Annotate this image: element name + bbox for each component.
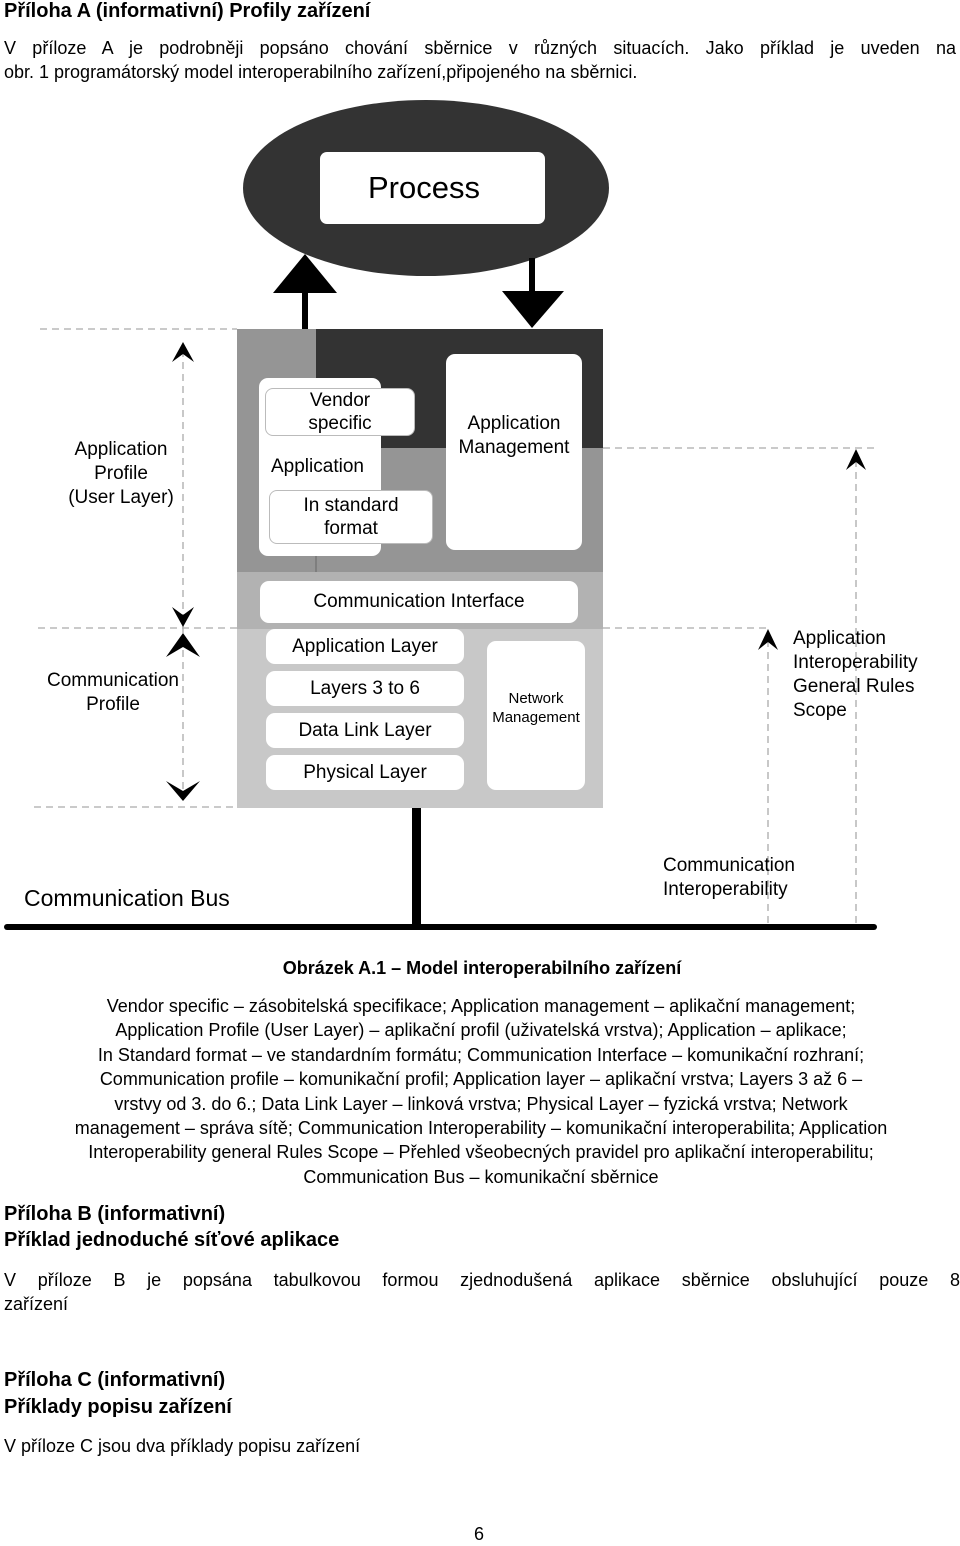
annex-b-text-line2: zařízení bbox=[4, 1294, 69, 1314]
legend-line: In Standard format – ve standardním form… bbox=[97, 1044, 865, 1065]
communication-interface-box: Communication Interface bbox=[260, 581, 578, 623]
annex-b-subheading: Příklad jednoduché síťové aplikace bbox=[4, 1229, 340, 1251]
legend-line: Communication Bus – komunikační sběrnice bbox=[303, 1166, 659, 1187]
legend-line: Vendor specific – zásobitelská specifika… bbox=[106, 996, 856, 1016]
network-management-box: Network Management bbox=[487, 641, 585, 790]
layer-box-data-link: Data Link Layer bbox=[266, 713, 464, 748]
application-management-box: Application Management bbox=[446, 354, 582, 550]
bus-drop-line bbox=[412, 808, 421, 928]
layer-box-application: Application Layer bbox=[266, 629, 464, 664]
annex-b-heading: Příloha B (informativní) bbox=[4, 1203, 226, 1225]
legend-line: Communication profile – komunikační prof… bbox=[99, 1069, 863, 1090]
arrow-down-icon bbox=[502, 258, 564, 328]
page-number: 6 bbox=[474, 1524, 485, 1544]
in-standard-format-box: In standard format bbox=[269, 490, 433, 544]
communication-bus-label: Communication Bus bbox=[24, 885, 230, 911]
annex-c-text: V příloze C jsou dva příklady popisu zař… bbox=[4, 1436, 361, 1456]
annex-c-subheading: Příklady popisu zařízení bbox=[4, 1396, 232, 1418]
legend-line: Interoperability general Rules Scope – P… bbox=[88, 1142, 874, 1163]
figure-caption: Obrázek A.1 – Model interoperabilního za… bbox=[282, 958, 682, 978]
annex-b-text-line1: V příloze B je popsána tabulkovou formou… bbox=[4, 1270, 960, 1290]
legend-line: management – správa sítě; Communication … bbox=[74, 1118, 888, 1139]
chevron-arrows-right bbox=[758, 449, 866, 650]
communication-bus-line bbox=[4, 924, 877, 930]
app-interop-scope-label: Application Interoperability General Rul… bbox=[793, 628, 918, 721]
annex-c-heading: Příloha C (informativní) bbox=[4, 1369, 226, 1391]
chevron-down-icon bbox=[172, 607, 194, 627]
process-label: Process bbox=[368, 170, 480, 205]
vendor-specific-line2: specific bbox=[308, 413, 372, 434]
communication-profile-label: Communication Profile bbox=[47, 670, 179, 715]
vendor-specific-line1: Vendor bbox=[309, 390, 371, 411]
in-standard-format-line2: format bbox=[324, 518, 378, 539]
figure-legend: Vendor specific – zásobitelská specifika… bbox=[0, 994, 960, 1189]
application-profile-label: Application Profile (User Layer) bbox=[68, 439, 174, 508]
layer-box-physical: Physical Layer bbox=[266, 755, 464, 790]
layer-box-layers-3-6: Layers 3 to 6 bbox=[266, 671, 464, 706]
communication-interoperability-label: Communication Interoperability bbox=[663, 855, 795, 900]
arrow-up-icon bbox=[273, 254, 337, 330]
legend-line: vrstvy od 3. do 6.; Data Link Layer – li… bbox=[114, 1093, 848, 1114]
legend-line: Application Profile (User Layer) – aplik… bbox=[115, 1020, 847, 1041]
in-standard-format-line1: In standard bbox=[303, 495, 399, 516]
chevron-up-icon bbox=[172, 342, 194, 362]
application-label: Application bbox=[271, 456, 364, 477]
vendor-specific-box: Vendor specific bbox=[265, 388, 415, 436]
